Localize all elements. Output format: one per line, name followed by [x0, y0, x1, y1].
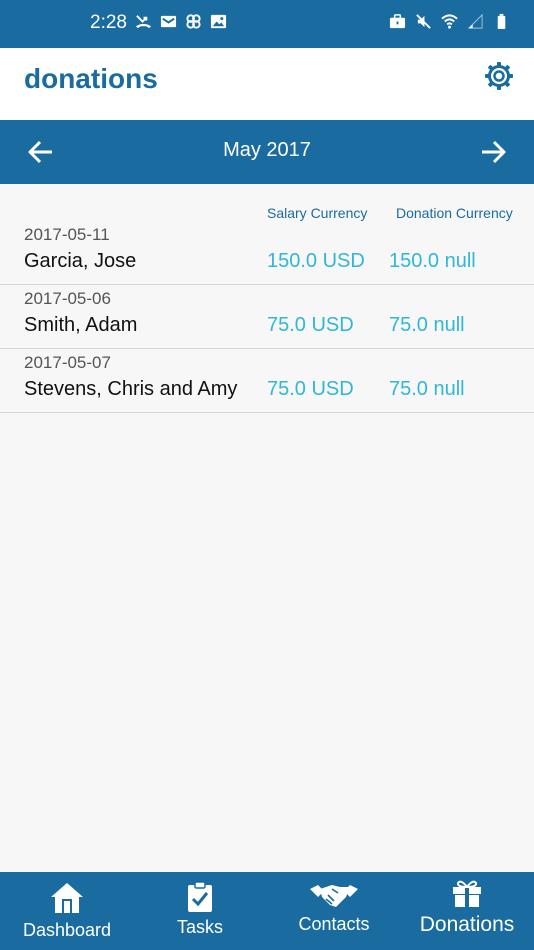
status-bar: 2:28	[0, 0, 534, 48]
salary-amount: 150.0 USD	[267, 250, 365, 272]
clipboard-check-icon	[188, 881, 212, 912]
donor-name: Garcia, Jose	[24, 250, 137, 272]
image-icon	[210, 14, 227, 29]
donations-list: Salary Currency Donation Currency 2017-0…	[0, 184, 534, 413]
donor-name: Stevens, Chris and Amy	[24, 378, 238, 400]
nav-donations-label: Donations	[419, 913, 515, 936]
house-icon	[51, 883, 83, 913]
list-item[interactable]: 2017-05-11 Garcia, Jose 150.0 USD 150.0 …	[0, 224, 534, 285]
gear-icon[interactable]	[484, 61, 514, 91]
app-bar: donations	[0, 48, 534, 120]
column-headers: Salary Currency Donation Currency	[0, 184, 534, 224]
donation-date: 2017-05-06	[24, 289, 111, 308]
nav-contacts-label: Contacts	[298, 914, 370, 934]
missed-call-icon	[135, 15, 152, 29]
month-navigator: May 2017	[0, 120, 534, 184]
nav-dashboard[interactable]: Dashboard	[18, 872, 116, 950]
donation-amount: 75.0 null	[389, 314, 465, 336]
donation-date: 2017-05-07	[24, 353, 111, 372]
donor-name: Smith, Adam	[24, 314, 138, 336]
donation-amount: 150.0 null	[389, 250, 476, 272]
donation-currency-header: Donation Currency	[396, 205, 513, 221]
salary-currency-header: Salary Currency	[267, 205, 368, 221]
gift-icon	[453, 880, 481, 907]
salary-amount: 75.0 USD	[267, 314, 354, 336]
page-title: donations	[24, 63, 158, 94]
nav-contacts[interactable]: Contacts	[288, 872, 380, 950]
system-icons	[389, 13, 510, 30]
battery-icon	[497, 13, 506, 30]
nav-tasks-label: Tasks	[176, 917, 223, 937]
list-item[interactable]: 2017-05-07 Stevens, Chris and Amy 75.0 U…	[0, 349, 534, 413]
nav-donations[interactable]: Donations	[412, 872, 522, 950]
wifi-icon	[441, 14, 458, 29]
month-label: May 2017	[223, 139, 311, 161]
list-item[interactable]: 2017-05-06 Smith, Adam 75.0 USD 75.0 nul…	[0, 285, 534, 349]
nav-tasks[interactable]: Tasks	[160, 872, 240, 950]
signal-icon	[467, 13, 483, 29]
work-profile-icon	[389, 14, 406, 29]
status-time: 2:28	[90, 12, 127, 33]
nav-dashboard-label: Dashboard	[22, 920, 112, 940]
link-icon	[186, 14, 201, 29]
notification-icons	[135, 13, 227, 30]
app-screen: 2:28 donations May 2017 Salary Currency …	[0, 0, 534, 950]
bottom-navigation: Dashboard Tasks Contacts Donations	[0, 872, 534, 950]
salary-amount: 75.0 USD	[267, 378, 354, 400]
handshake-icon	[310, 885, 358, 907]
donation-date: 2017-05-11	[24, 225, 110, 244]
arrow-right-icon[interactable]	[479, 138, 507, 166]
mute-icon	[416, 14, 431, 29]
donation-amount: 75.0 null	[389, 378, 465, 400]
mail-icon	[160, 15, 177, 28]
